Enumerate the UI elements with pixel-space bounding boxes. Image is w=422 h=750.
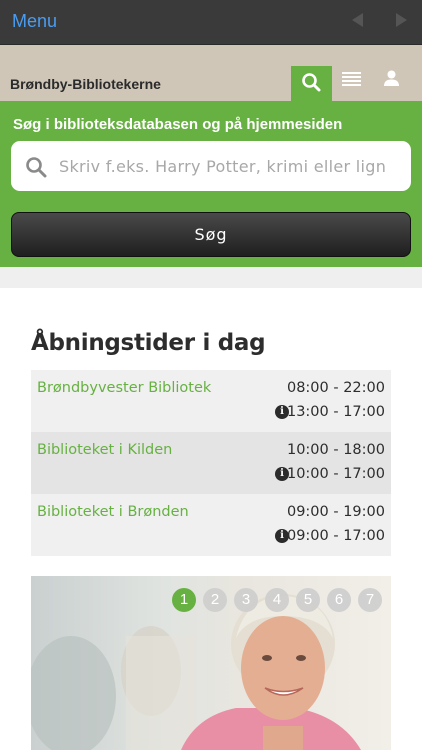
search-panel: Søg i biblioteksdatabasen og på hjemmesi…	[0, 101, 422, 267]
image-slideshow[interactable]: 1 2 3 4 5 6 7	[31, 576, 391, 750]
menu-button[interactable]: Menu	[12, 11, 57, 32]
slideshow-pager: 1 2 3 4 5 6 7	[172, 588, 382, 612]
site-header: Brøndby-Bibliotekerne	[0, 45, 422, 101]
table-row: Biblioteket i Brønden 09:00 - 19:00 i 09…	[31, 494, 391, 556]
table-row: Brøndbyvester Bibliotek 08:00 - 22:00 i …	[31, 370, 391, 432]
staffed-time: 09:00 - 17:00	[286, 528, 385, 544]
page-dot[interactable]: 3	[234, 588, 258, 612]
page-dot[interactable]: 2	[203, 588, 227, 612]
opening-hours-table: Brøndbyvester Bibliotek 08:00 - 22:00 i …	[31, 370, 391, 556]
library-link[interactable]: Biblioteket i Kilden	[37, 442, 172, 458]
search-input[interactable]	[59, 149, 404, 183]
opening-hours-title: Åbningstider i dag	[31, 330, 266, 356]
search-tab-button[interactable]	[291, 66, 332, 101]
library-link[interactable]: Brøndbyvester Bibliotek	[37, 380, 211, 396]
search-box[interactable]	[11, 141, 411, 191]
search-icon	[302, 73, 321, 92]
user-icon	[384, 70, 399, 86]
page-dot[interactable]: 4	[265, 588, 289, 612]
top-bar: Menu	[0, 0, 422, 45]
staffed-time: 13:00 - 17:00	[286, 404, 385, 420]
staffed-time: 10:00 - 17:00	[286, 466, 385, 482]
opening-time: 10:00 - 18:00	[286, 442, 385, 458]
section-divider	[0, 267, 422, 288]
forward-arrow-icon[interactable]	[396, 13, 407, 27]
page-dot[interactable]: 1	[172, 588, 196, 612]
opening-time: 09:00 - 19:00	[286, 504, 385, 520]
search-icon	[26, 157, 47, 178]
search-heading: Søg i biblioteksdatabasen og på hjemmesi…	[13, 116, 343, 133]
back-arrow-icon[interactable]	[352, 13, 363, 27]
library-link[interactable]: Biblioteket i Brønden	[37, 504, 189, 520]
page-dot[interactable]: 7	[358, 588, 382, 612]
user-button[interactable]	[371, 65, 412, 101]
page-dot[interactable]: 5	[296, 588, 320, 612]
page-dot[interactable]: 6	[327, 588, 351, 612]
opening-time: 08:00 - 22:00	[286, 380, 385, 396]
table-row: Biblioteket i Kilden 10:00 - 18:00 i 10:…	[31, 432, 391, 494]
list-icon	[342, 72, 361, 86]
list-menu-button[interactable]	[331, 65, 372, 101]
site-title: Brøndby-Bibliotekerne	[10, 76, 161, 92]
search-submit-button[interactable]: Søg	[11, 212, 411, 257]
